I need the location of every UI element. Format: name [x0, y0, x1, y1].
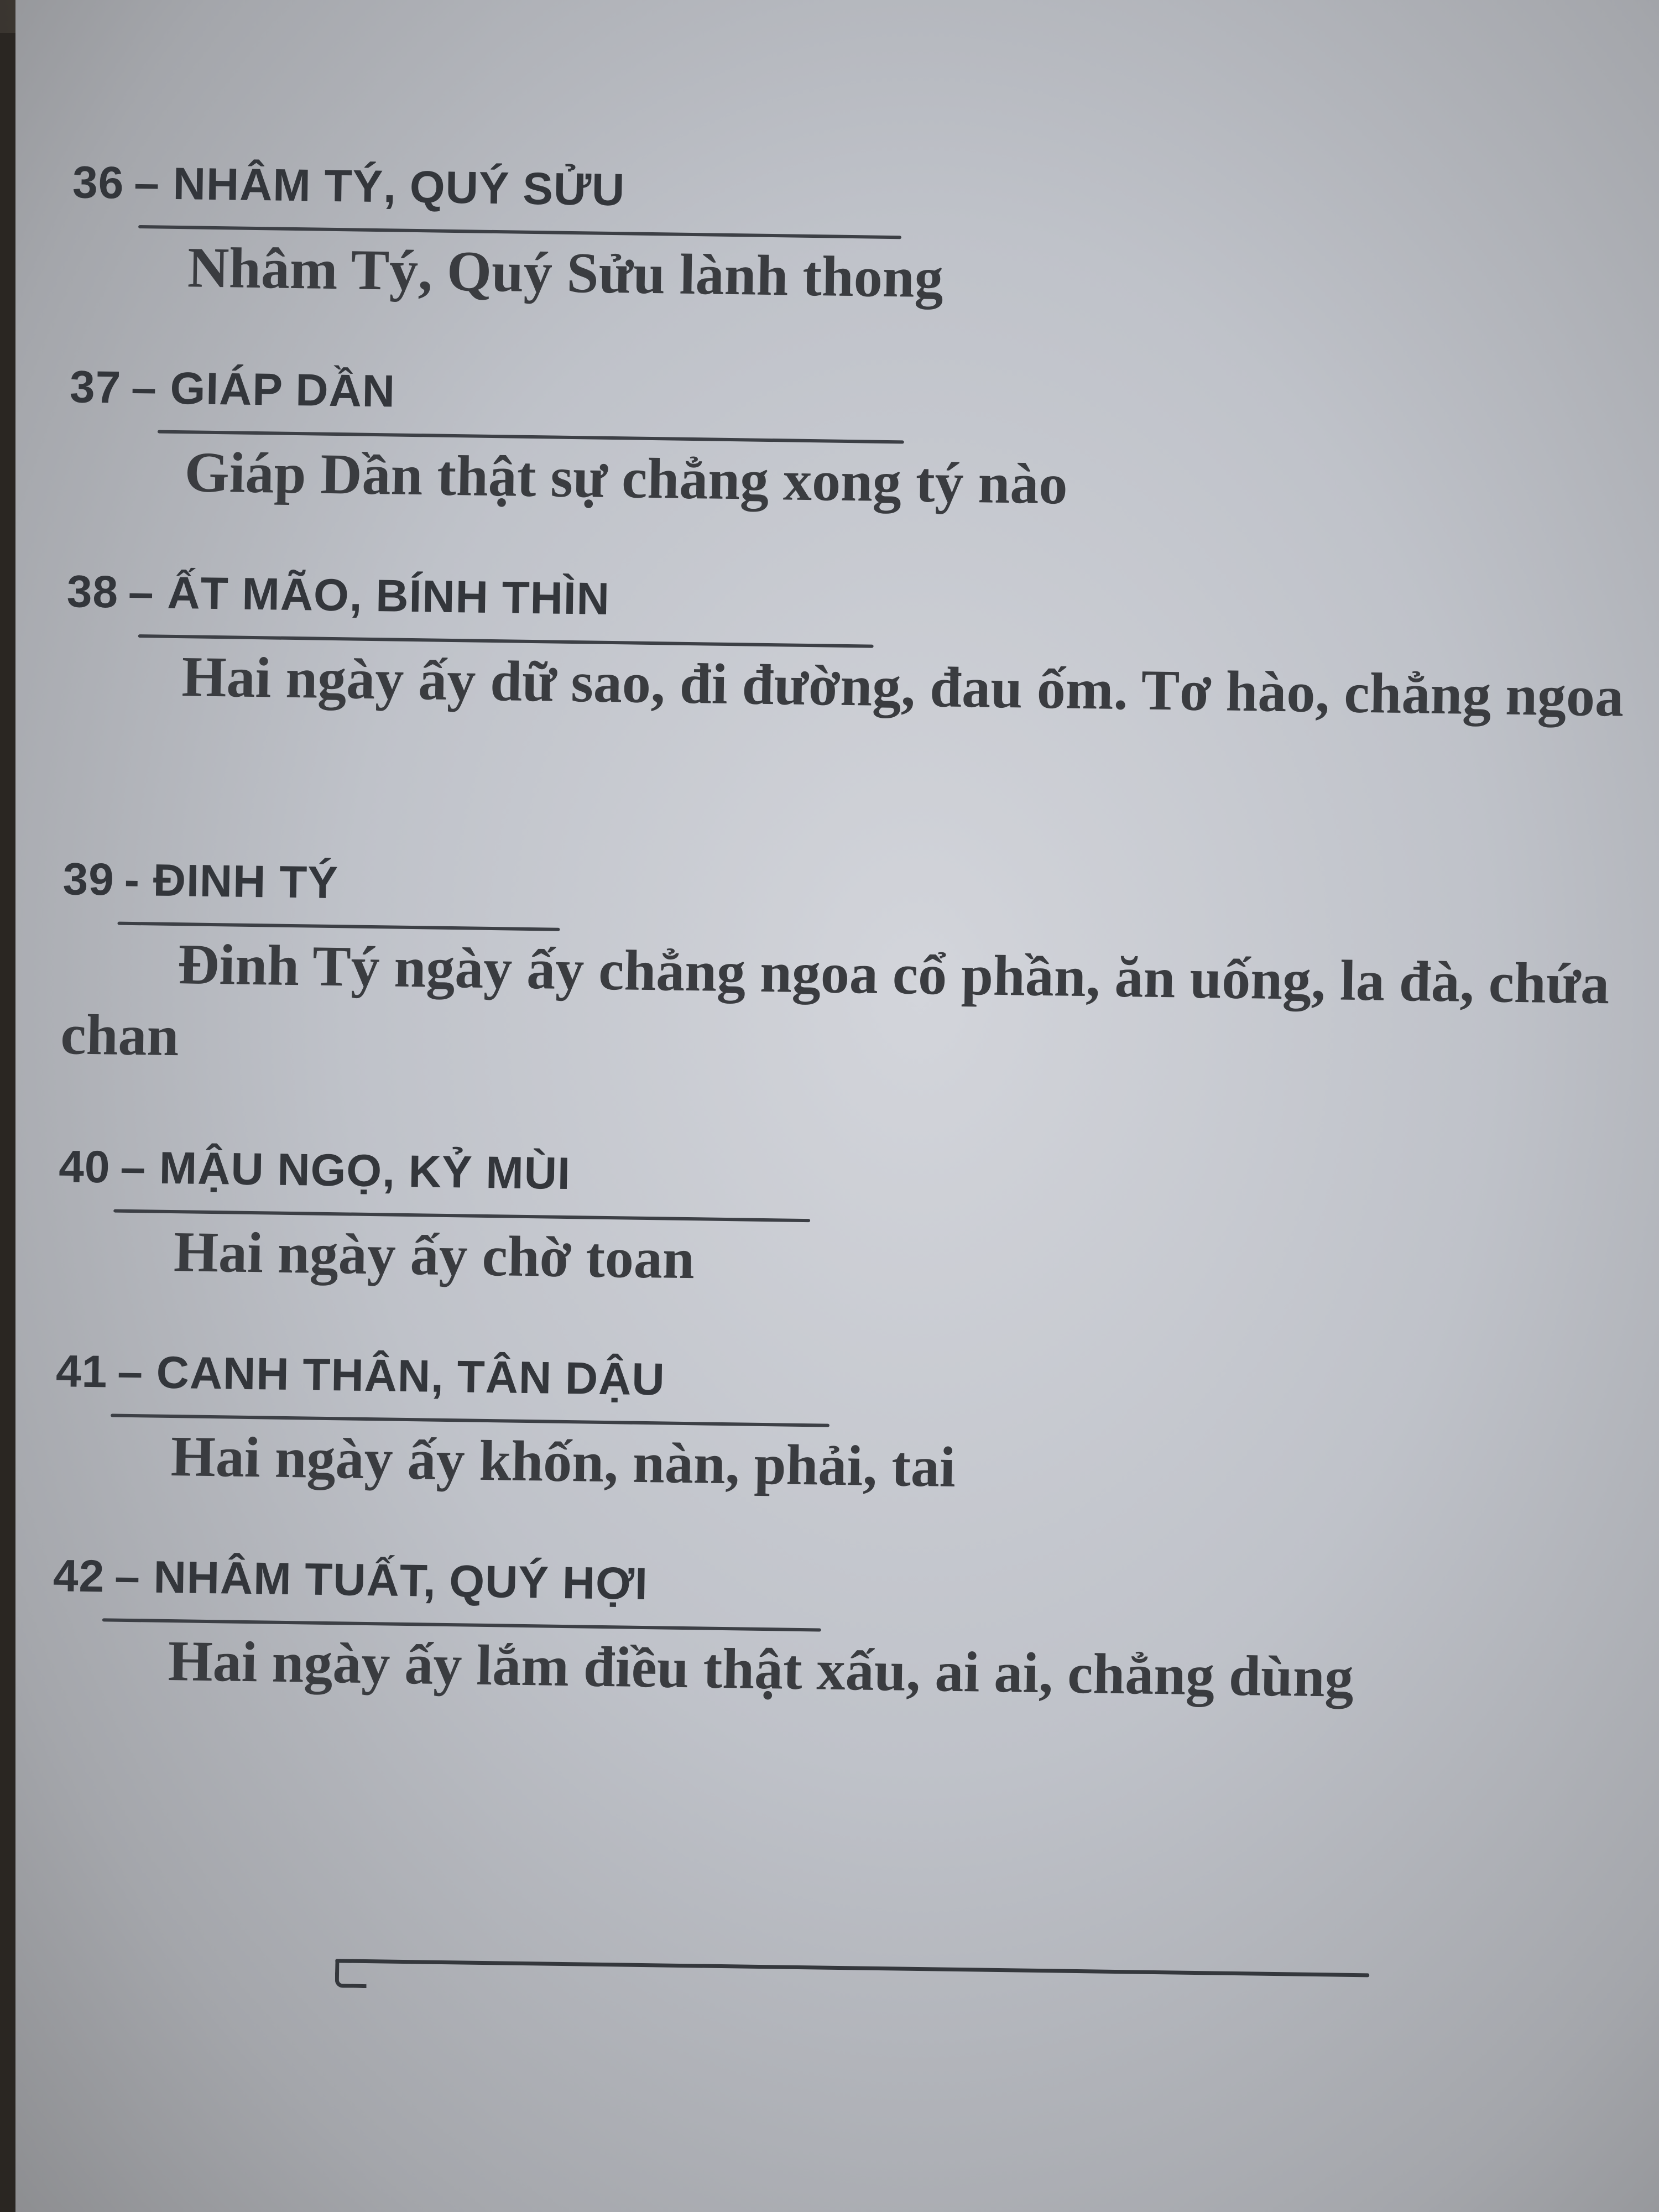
end-mark-hook: [335, 1961, 367, 1989]
entry-verse: Hai ngày ấy khốn, nàn, phải, tai: [170, 1425, 956, 1499]
entry-verse: Giáp Dần thật sự chẳng xong tý nào: [184, 440, 1068, 517]
entry-title: ĐINH TÝ: [153, 855, 339, 909]
entry-title: MẬU NGỌ, KỶ MÙI: [159, 1142, 571, 1199]
entry-39: 39- ĐINH TÝ Đinh Tý ngày ấy chẳng ngoa c…: [60, 852, 1645, 1093]
entry-36: 36– NHÂM TÝ, QUÝ SỬU Nhâm Tý, Quý Sửu là…: [71, 155, 1654, 324]
entry-number: 36: [72, 157, 125, 208]
entry-title: ẤT MÃO, BÍNH THÌN: [166, 567, 611, 624]
entry-heading: 37– GIÁP DẦN: [69, 359, 1651, 437]
entry-number: 42: [53, 1551, 105, 1602]
entry-title: GIÁP DẦN: [169, 363, 396, 417]
entry-number: 37: [69, 362, 122, 413]
entry-verse: Đinh Tý ngày ấy chẳng ngoa cổ phần, ăn u…: [60, 932, 1610, 1068]
entry-title: NHÂM TUẤT, QUÝ HỢI: [153, 1552, 649, 1610]
entry-separator: –: [119, 1142, 147, 1193]
entry-number: 40: [58, 1141, 111, 1193]
entry-heading: 41– CANH THÂN, TÂN DẬU: [55, 1344, 1637, 1421]
entry-title: CANH THÂN, TÂN DẬU: [156, 1347, 666, 1405]
entry-heading: 42– NHÂM TUẤT, QUÝ HỢI: [53, 1548, 1635, 1626]
document-body: 36– NHÂM TÝ, QUÝ SỬU Nhâm Tý, Quý Sửu là…: [15, 0, 1659, 2212]
entry-verse: Hai ngày ấy lắm điều thật xấu, ai ai, ch…: [168, 1629, 1354, 1709]
entry-separator: –: [133, 158, 160, 209]
entry-42: 42– NHÂM TUẤT, QUÝ HỢI Hai ngày ấy lắm đ…: [51, 1548, 1635, 1718]
entry-38: 38– ẤT MÃO, BÍNH THÌN Hai ngày ấy dữ sao…: [65, 564, 1648, 733]
entry-separator: –: [131, 362, 158, 414]
entry-41: 41– CANH THÂN, TÂN DẬU Hai ngày ấy khốn,…: [54, 1344, 1637, 1513]
entry-number: 41: [55, 1346, 108, 1397]
entry-separator: –: [117, 1347, 144, 1398]
entry-separator: -: [124, 854, 140, 906]
entry-number: 39: [62, 854, 115, 905]
paper-page: 36– NHÂM TÝ, QUÝ SỬU Nhâm Tý, Quý Sửu là…: [15, 0, 1659, 2212]
end-rule: [335, 1959, 1370, 1978]
entry-heading: 40– MẬU NGỌ, KỶ MÙI: [59, 1139, 1641, 1217]
entry-40: 40– MẬU NGỌ, KỶ MÙI Hai ngày ấy chờ toan: [57, 1139, 1640, 1308]
entry-separator: –: [128, 567, 155, 618]
entry-heading: 38– ẤT MÃO, BÍNH THÌN: [66, 564, 1648, 641]
entry-heading: 39- ĐINH TÝ: [62, 852, 1645, 929]
entry-title: NHÂM TÝ, QUÝ SỬU: [173, 158, 625, 216]
entry-number: 38: [66, 566, 119, 618]
entry-heading: 36– NHÂM TÝ, QUÝ SỬU: [72, 155, 1654, 232]
entry-verse: Hai ngày ấy chờ toan: [173, 1220, 695, 1291]
entry-verse: Hai ngày ấy dữ sao, đi đường, đau ốm. Tơ…: [181, 645, 1624, 729]
entry-verse: Nhâm Tý, Quý Sửu lành thong: [187, 236, 944, 310]
entry-37: 37– GIÁP DẦN Giáp Dần thật sự chẳng xong…: [68, 359, 1651, 529]
entry-separator: –: [114, 1551, 141, 1603]
